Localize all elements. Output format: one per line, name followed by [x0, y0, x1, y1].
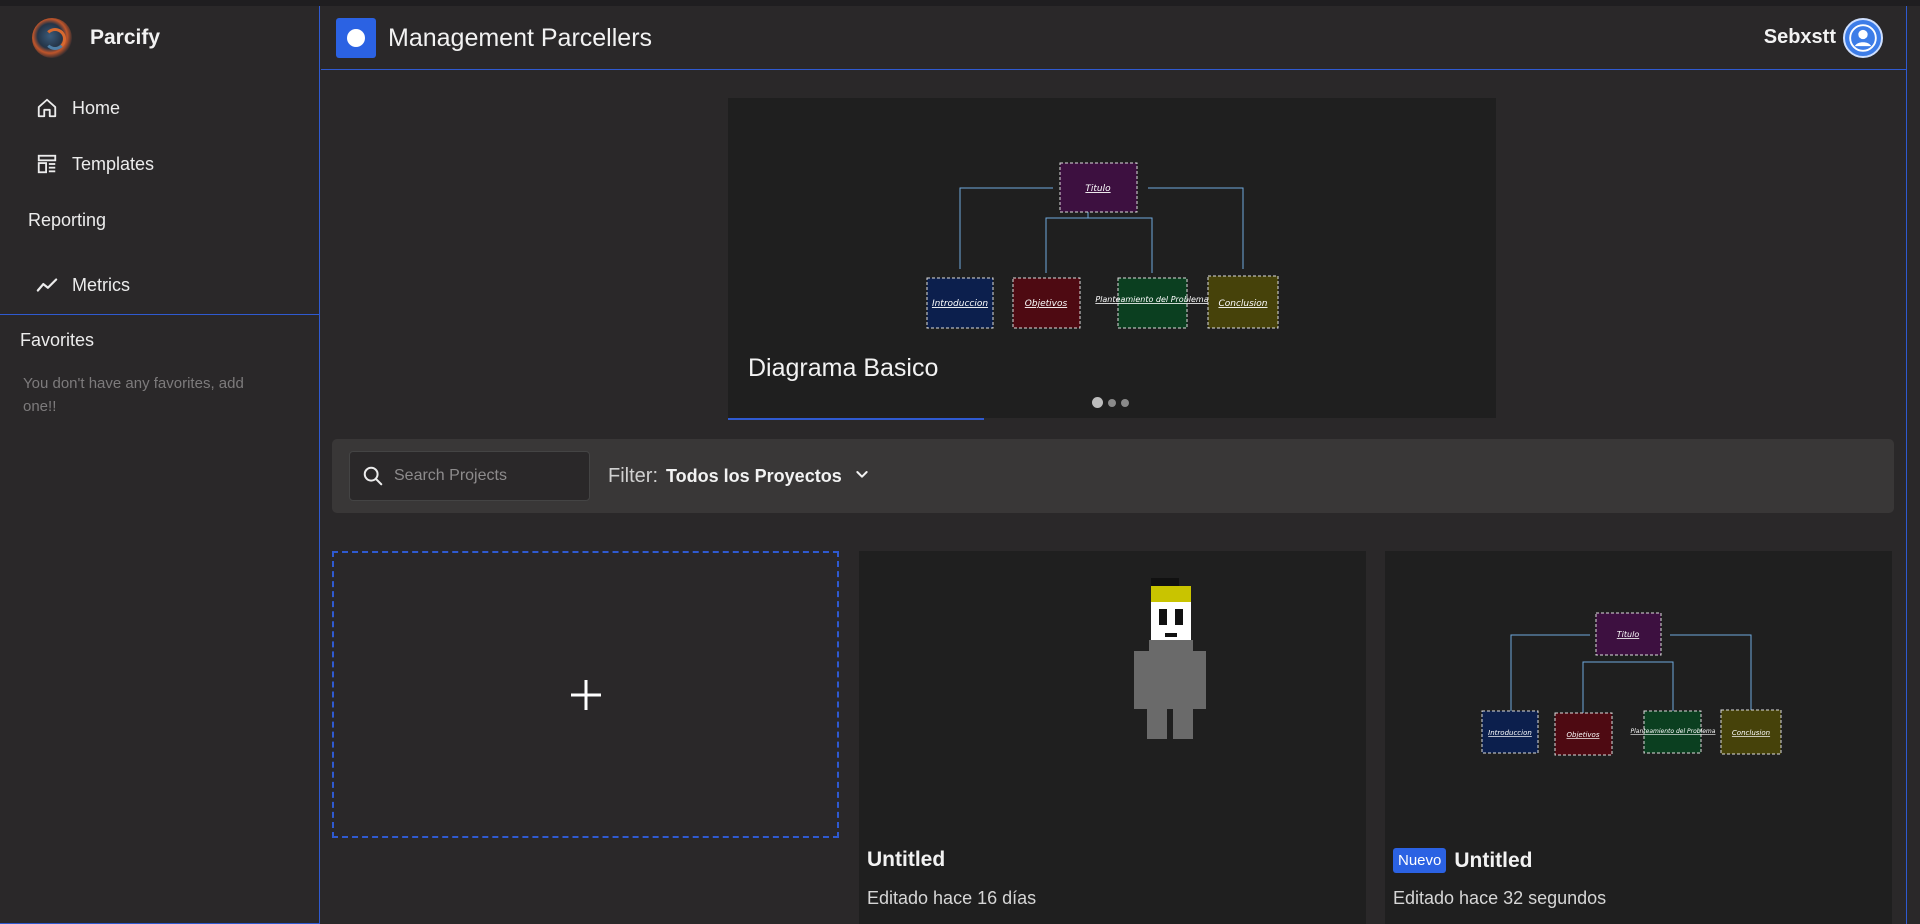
- project-edited-time: Editado hace 16 días: [867, 888, 1037, 908]
- carousel-dot[interactable]: [1121, 398, 1129, 407]
- project-card[interactable]: Untitled Editado hace 16 días: [859, 551, 1366, 924]
- carousel-dot[interactable]: [1108, 398, 1116, 407]
- project-title: Untitled: [867, 848, 945, 872]
- section-heading-reporting: Reporting: [28, 210, 107, 230]
- sidebar-item-templates[interactable]: Templates: [36, 149, 154, 179]
- sidebar-item-metrics[interactable]: Metrics: [36, 270, 130, 300]
- diagram-preview: Titulo Introduccion Objetivos Planteamie…: [926, 162, 1279, 329]
- page-scrollbar[interactable]: [1906, 6, 1920, 924]
- favorites-empty-text: You don't have any favorites, add one!!: [23, 375, 244, 415]
- filter-label: Filter:: [608, 465, 658, 487]
- diagram-node-titulo-label: Titulo: [1617, 630, 1640, 639]
- diagram-node-conclusion-label: Conclusion: [1218, 299, 1267, 309]
- brand[interactable]: Parcify: [32, 18, 161, 58]
- project-title-text: Untitled: [1454, 848, 1533, 872]
- carousel-slide-title: Diagrama Basico: [748, 354, 939, 382]
- diagram-node-planteamiento-label: Planteamiento del Problema: [1095, 295, 1208, 304]
- project-title-text: Untitled: [867, 848, 946, 871]
- new-project-card[interactable]: [332, 551, 839, 838]
- diagram-node-introduccion-label: Introduccion: [932, 299, 988, 309]
- sidebar-item-label: Metrics: [72, 274, 130, 295]
- project-thumbnail: Titulo Introduccion Objetivos Planteamie…: [1481, 612, 1782, 756]
- new-badge: Nuevo: [1393, 848, 1447, 873]
- sidebar: Parcify Home Templates Reporting Metrics…: [0, 6, 320, 924]
- favorites-heading: Favorites: [20, 330, 95, 350]
- diagram-node-introduccion-label: Introduccion: [1488, 729, 1532, 737]
- project-card[interactable]: Titulo Introduccion Objetivos Planteamie…: [1385, 551, 1892, 924]
- page-title: Management Parcellers: [388, 24, 653, 52]
- sidebar-divider: [0, 314, 320, 315]
- sidebar-item-label: Templates: [72, 153, 155, 174]
- carousel-progress-bar: [728, 418, 984, 420]
- search-box[interactable]: [349, 451, 590, 501]
- metrics-icon: [36, 274, 58, 296]
- sidebar-item-home[interactable]: Home: [36, 93, 120, 123]
- user-name[interactable]: Sebxstt: [1764, 26, 1836, 49]
- carousel-pagination: [1092, 397, 1129, 408]
- filter-dropdown[interactable]: Filter: Todos los Proyectos: [608, 465, 870, 488]
- brand-name: Parcify: [90, 26, 161, 49]
- parcify-logo-icon: [32, 18, 72, 58]
- carousel-dot[interactable]: [1092, 397, 1103, 408]
- diagram-node-objetivos-label: Objetivos: [1567, 731, 1600, 739]
- diagram-node-objetivos-label: Objetivos: [1025, 299, 1068, 309]
- home-icon: [36, 97, 58, 119]
- diagram-node-conclusion-label: Conclusion: [1732, 729, 1770, 737]
- filter-value: Todos los Proyectos: [666, 466, 842, 486]
- project-edited-time: Editado hace 32 segundos: [1393, 888, 1607, 908]
- project-icon: [336, 18, 376, 58]
- user-avatar-icon[interactable]: [1843, 18, 1883, 58]
- project-title: Nuevo Untitled: [1393, 848, 1533, 873]
- chevron-down-icon: [854, 465, 870, 488]
- search-icon: [362, 465, 384, 487]
- projects-toolbar: Filter: Todos los Proyectos: [332, 439, 1894, 513]
- templates-icon: [36, 153, 58, 175]
- diagram-node-titulo-label: Titulo: [1085, 184, 1111, 194]
- diagram-node-planteamiento-label: Planteamiento del Problema: [1631, 728, 1716, 735]
- top-header: Management Parcellers Sebxstt: [321, 6, 1920, 70]
- search-input[interactable]: [394, 467, 584, 485]
- featured-carousel[interactable]: Titulo Introduccion Objetivos Planteamie…: [728, 98, 1496, 418]
- plus-icon: [570, 679, 601, 710]
- sidebar-item-label: Home: [72, 97, 121, 118]
- pixel-character-icon: [1134, 578, 1206, 739]
- project-thumbnail: [1134, 578, 1206, 739]
